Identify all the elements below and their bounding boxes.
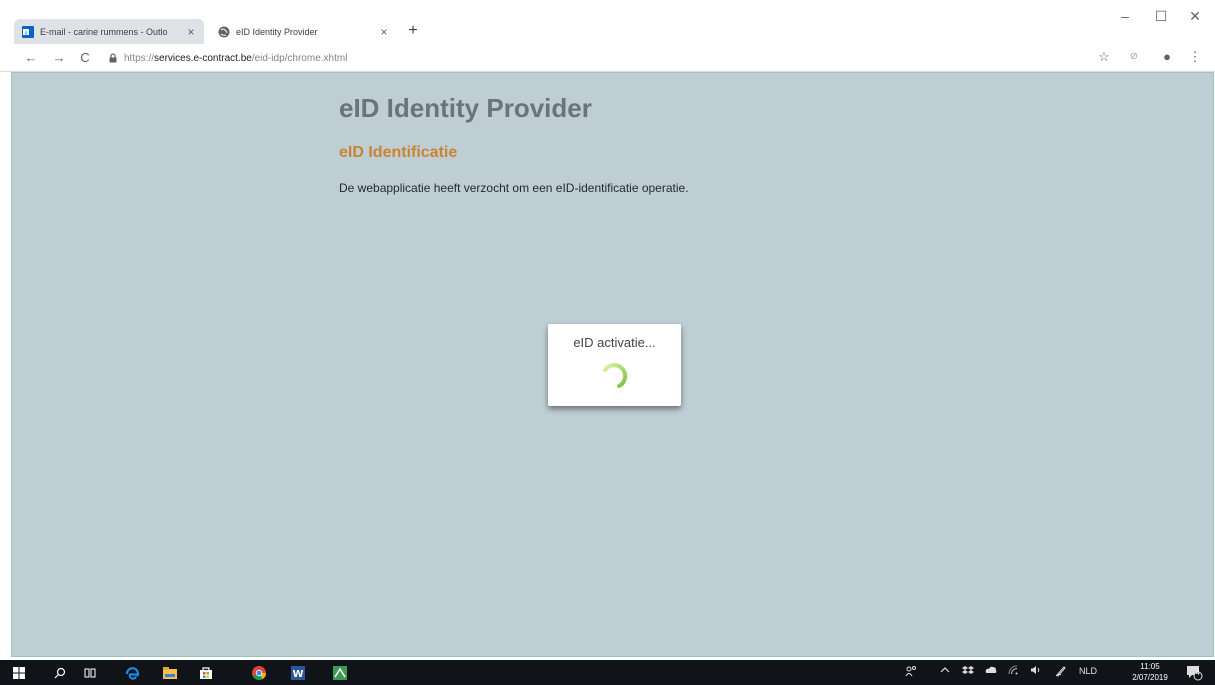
bookmark-star-icon[interactable]: ☆ [1095, 49, 1113, 65]
page-content: eID Identity Provider eID Identificatie … [11, 72, 1214, 657]
back-button[interactable]: ← [22, 50, 40, 65]
activation-dialog: eID activatie... [548, 324, 681, 406]
close-tab-icon[interactable]: × [377, 25, 391, 39]
people-icon[interactable] [905, 665, 917, 680]
svg-text:W: W [292, 669, 303, 680]
dropbox-icon[interactable] [962, 665, 974, 678]
url-scheme: https:// [124, 52, 155, 64]
loading-spinner-icon [603, 363, 628, 388]
browser-window: o E-mail - carine rummens - Outlo × eID … [0, 0, 1215, 660]
page-message: De webapplicatie heeft verzocht om een e… [339, 181, 689, 195]
wifi-icon[interactable] [1008, 665, 1020, 678]
file-explorer-icon[interactable] [160, 663, 180, 682]
edge-browser-icon[interactable] [122, 663, 142, 682]
volume-icon[interactable] [1030, 665, 1042, 678]
reload-button[interactable]: C [76, 50, 94, 65]
forward-button[interactable]: → [50, 50, 68, 65]
minimize-button[interactable]: – [1110, 8, 1140, 24]
outlook-icon: o [22, 25, 34, 38]
tab-title: eID Identity Provider [236, 26, 318, 37]
tab-title: E-mail - carine rummens - Outlo [40, 26, 168, 37]
notification-count: 4 [1196, 670, 1200, 677]
svg-text:o: o [24, 30, 27, 36]
word-icon[interactable]: W [288, 663, 308, 682]
task-view-icon[interactable] [80, 663, 100, 682]
address-bar[interactable]: https://services.e-contract.be/eid-idp/c… [108, 49, 1088, 67]
onedrive-icon[interactable] [985, 665, 997, 678]
maximize-button[interactable]: ☐ [1146, 8, 1176, 25]
store-icon[interactable] [196, 663, 216, 682]
page-subtitle: eID Identificatie [339, 144, 458, 161]
language-indicator[interactable]: NLD [1079, 666, 1097, 676]
action-center-icon[interactable]: 4 [1185, 663, 1203, 681]
extension-icon[interactable]: ⊘ [1125, 51, 1143, 62]
spreadsheet-app-icon[interactable] [330, 663, 350, 682]
profile-avatar-icon[interactable]: ● [1158, 49, 1176, 64]
search-icon[interactable] [50, 663, 70, 682]
menu-kebab-icon[interactable]: ⋮ [1186, 49, 1204, 65]
close-window-button[interactable]: ✕ [1180, 8, 1210, 25]
globe-icon [218, 26, 230, 37]
url-path: /eid-idp/chrome.xhtml [251, 52, 348, 64]
pen-icon[interactable] [1055, 665, 1067, 680]
new-tab-button[interactable]: + [403, 21, 423, 41]
windows-taskbar: W NLD 11:05 2/07/2019 4 [0, 660, 1215, 685]
tab-outlook[interactable]: o E-mail - carine rummens - Outlo × [14, 19, 204, 44]
clock-time: 11:05 [1140, 662, 1160, 671]
url-host: services.e-contract.be [154, 52, 252, 64]
tab-strip: o E-mail - carine rummens - Outlo × eID … [0, 0, 1215, 44]
lock-icon [109, 53, 117, 63]
close-tab-icon[interactable]: × [184, 25, 198, 39]
system-clock[interactable]: 11:05 2/07/2019 [1128, 661, 1172, 683]
page-title: eID Identity Provider [339, 93, 592, 123]
chevron-up-icon[interactable] [940, 665, 950, 678]
dialog-text: eID activatie... [573, 335, 656, 350]
tab-eid-identity-provider[interactable]: eID Identity Provider × [210, 19, 397, 44]
windows-start-icon[interactable] [9, 663, 29, 682]
clock-date: 2/07/2019 [1132, 673, 1168, 682]
chrome-icon[interactable] [249, 663, 269, 682]
browser-toolbar: ← → C https://services.e-contract.be/eid… [0, 44, 1215, 72]
